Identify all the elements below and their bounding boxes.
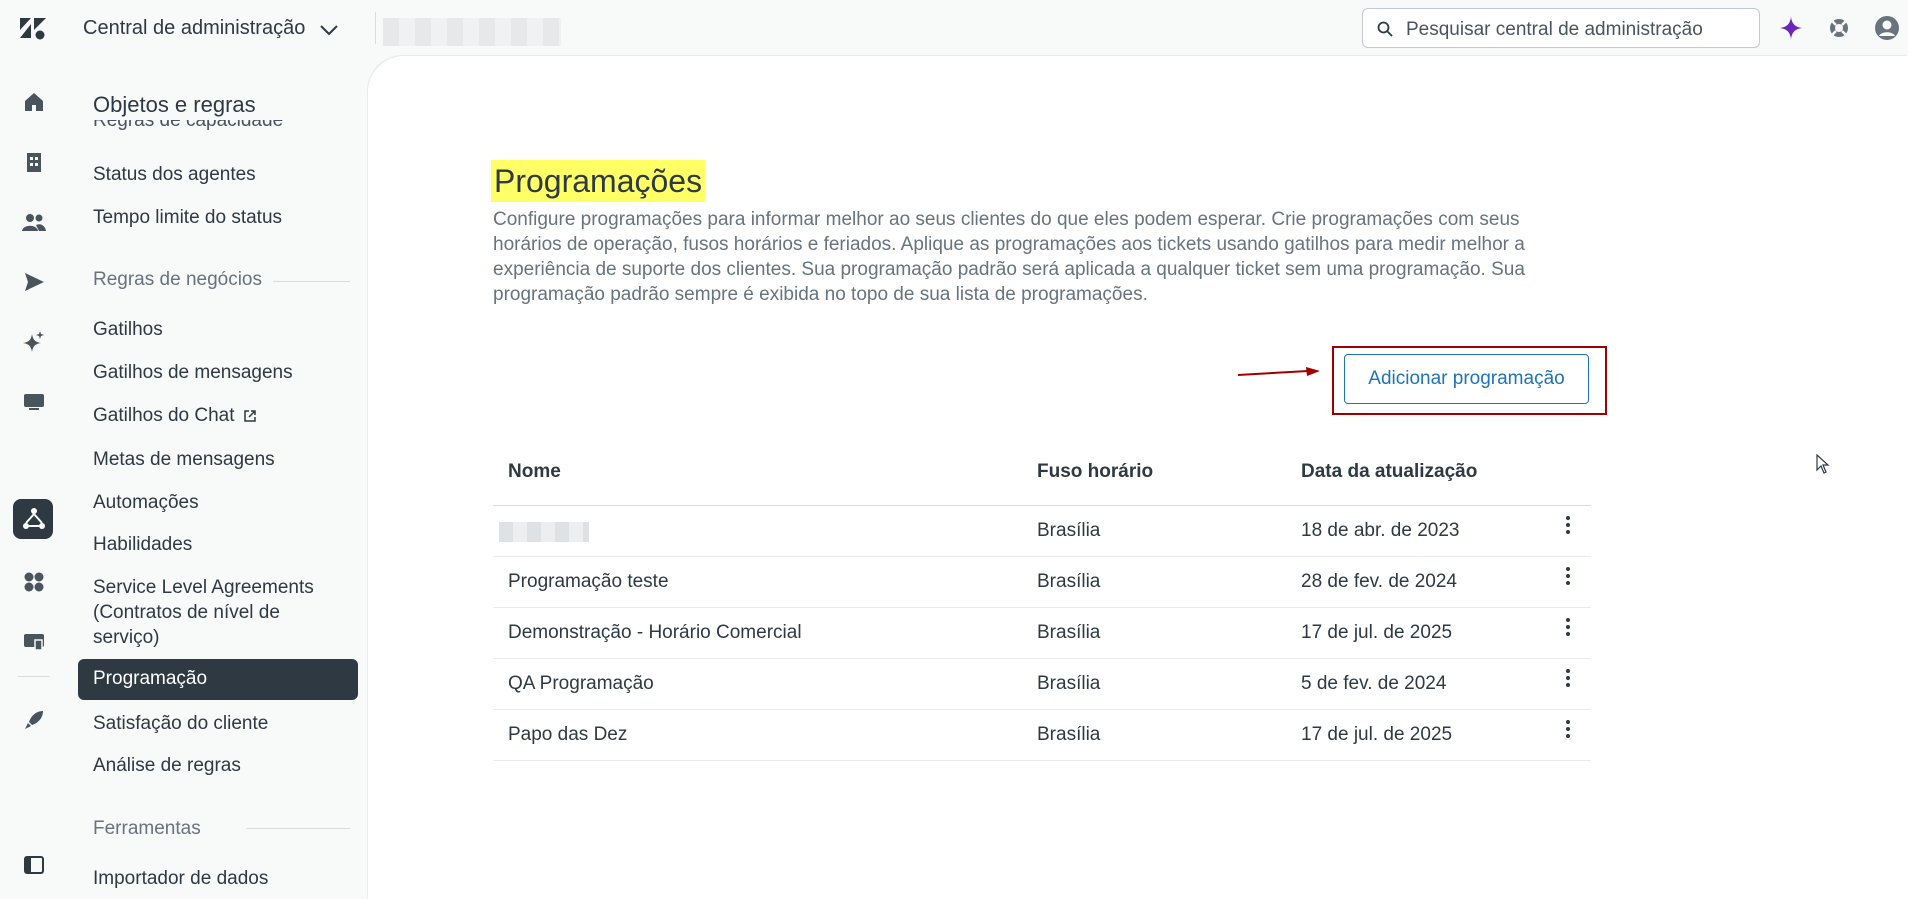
- cell-name[interactable]: Programação teste: [508, 571, 669, 593]
- building-icon[interactable]: [20, 148, 48, 176]
- section-divider: [246, 828, 350, 829]
- mouse-cursor-icon: [1816, 454, 1830, 474]
- add-schedule-button[interactable]: Adicionar programação: [1344, 354, 1589, 404]
- table-row[interactable]: Demonstração - Horário Comercial Brasíli…: [493, 608, 1591, 659]
- table-row[interactable]: Papo das Dez Brasília 17 de jul. de 2025: [493, 710, 1591, 761]
- nav-item-capacity-rules-partial[interactable]: Regras de capacidade: [93, 120, 348, 134]
- ai-sparkles-icon[interactable]: [20, 328, 48, 356]
- nav-item-schedules-label: Programação: [93, 668, 208, 689]
- cell-timezone: Brasília: [1037, 724, 1101, 745]
- page-description: Configure programações para informar mel…: [493, 209, 1525, 305]
- search-icon: [1377, 21, 1393, 37]
- product-switcher-title[interactable]: Central de administração: [83, 17, 305, 40]
- apps-integrations-icon[interactable]: [20, 568, 48, 596]
- home-icon[interactable]: [20, 88, 48, 116]
- nav-item-agent-status[interactable]: Status dos agentes: [93, 162, 348, 187]
- objects-rules-icon[interactable]: [20, 505, 48, 533]
- main-content: Programações Configure programações para…: [368, 56, 1908, 899]
- table-row[interactable]: QA Programação Brasília 5 de fev. de 202…: [493, 659, 1591, 710]
- search-input[interactable]: Pesquisar central de administração: [1362, 8, 1760, 48]
- nav-item-skills[interactable]: Habilidades: [93, 532, 348, 557]
- zendesk-logo-icon[interactable]: [18, 16, 48, 40]
- nav-item-automations[interactable]: Automações: [93, 490, 348, 515]
- cell-timezone: Brasília: [1037, 571, 1101, 592]
- table-row[interactable]: Programação teste Brasília 28 de fev. de…: [493, 557, 1591, 608]
- row-options-icon[interactable]: [1564, 565, 1572, 587]
- section-divider: [273, 281, 350, 282]
- cell-name[interactable]: Demonstração - Horário Comercial: [508, 622, 802, 644]
- annotation-arrow: [1237, 367, 1320, 376]
- nav-item-messaging-goals[interactable]: Metas de mensagens: [93, 447, 348, 472]
- page-title-highlight: Programações: [491, 160, 706, 202]
- cell-updated: 28 de fev. de 2024: [1301, 571, 1457, 592]
- table-row[interactable]: Brasília 18 de abr. de 2023: [493, 506, 1591, 557]
- product-icon-rail: [0, 56, 68, 899]
- column-header-updated[interactable]: Data da atualização: [1301, 461, 1477, 483]
- user-avatar-icon[interactable]: [1873, 14, 1901, 42]
- cell-name[interactable]: QA Programação: [508, 673, 654, 695]
- collapse-sidebar-icon[interactable]: [20, 851, 48, 879]
- row-options-icon[interactable]: [1564, 718, 1572, 740]
- top-bar: Central de administração Pesquisar centr…: [0, 0, 1908, 56]
- search-placeholder: Pesquisar central de administração: [1406, 19, 1703, 40]
- nav-item-rules-analysis[interactable]: Análise de regras: [93, 753, 348, 778]
- nav-section-tools: Ferramentas: [93, 818, 201, 839]
- column-header-name[interactable]: Nome: [508, 461, 561, 483]
- nav-item-sla[interactable]: Service Level Agreements (Contratos de n…: [93, 575, 348, 650]
- row-options-icon[interactable]: [1564, 667, 1572, 689]
- send-channels-icon[interactable]: [20, 268, 48, 296]
- chevron-down-icon[interactable]: [318, 19, 340, 41]
- cell-updated: 17 de jul. de 2025: [1301, 622, 1453, 643]
- help-lifebuoy-icon[interactable]: [1825, 14, 1853, 42]
- external-link-icon: [244, 410, 256, 422]
- workspaces-icon[interactable]: [20, 388, 48, 416]
- nav-item-data-importer[interactable]: Importador de dados: [93, 866, 348, 891]
- column-header-timezone[interactable]: Fuso horário: [1037, 461, 1153, 483]
- ai-sparkle-icon[interactable]: [1777, 14, 1805, 42]
- nav-item-chat-triggers[interactable]: Gatilhos do Chat: [93, 403, 348, 428]
- row-options-icon[interactable]: [1564, 514, 1572, 536]
- header-divider: [375, 12, 376, 44]
- cell-timezone: Brasília: [1037, 520, 1101, 541]
- secondary-nav: Objetos e regras Regras de capacidade St…: [68, 56, 368, 899]
- nav-section-business-rules: Regras de negócios: [93, 269, 262, 290]
- people-icon[interactable]: [20, 208, 48, 236]
- cell-timezone: Brasília: [1037, 622, 1101, 643]
- nav-item-triggers[interactable]: Gatilhos: [93, 317, 348, 342]
- nav-item-messaging-triggers[interactable]: Gatilhos de mensagens: [93, 360, 348, 385]
- cell-name[interactable]: Papo das Dez: [508, 724, 627, 746]
- rocket-getting-started-icon[interactable]: [20, 706, 48, 734]
- page-title: Programações: [494, 163, 703, 199]
- nav-item-status-timeout[interactable]: Tempo limite do status: [93, 205, 348, 230]
- cell-updated: 17 de jul. de 2025: [1301, 724, 1453, 745]
- cell-timezone: Brasília: [1037, 673, 1101, 694]
- nav-title: Objetos e regras: [93, 92, 256, 117]
- redacted-account-name: [383, 18, 561, 46]
- cell-updated: 5 de fev. de 2024: [1301, 673, 1447, 694]
- account-billing-icon[interactable]: [20, 628, 48, 656]
- redacted-schedule-name: [499, 522, 589, 542]
- cell-updated: 18 de abr. de 2023: [1301, 520, 1460, 541]
- rail-divider: [18, 676, 50, 677]
- nav-item-customer-satisfaction[interactable]: Satisfação do cliente: [93, 711, 348, 736]
- row-options-icon[interactable]: [1564, 616, 1572, 638]
